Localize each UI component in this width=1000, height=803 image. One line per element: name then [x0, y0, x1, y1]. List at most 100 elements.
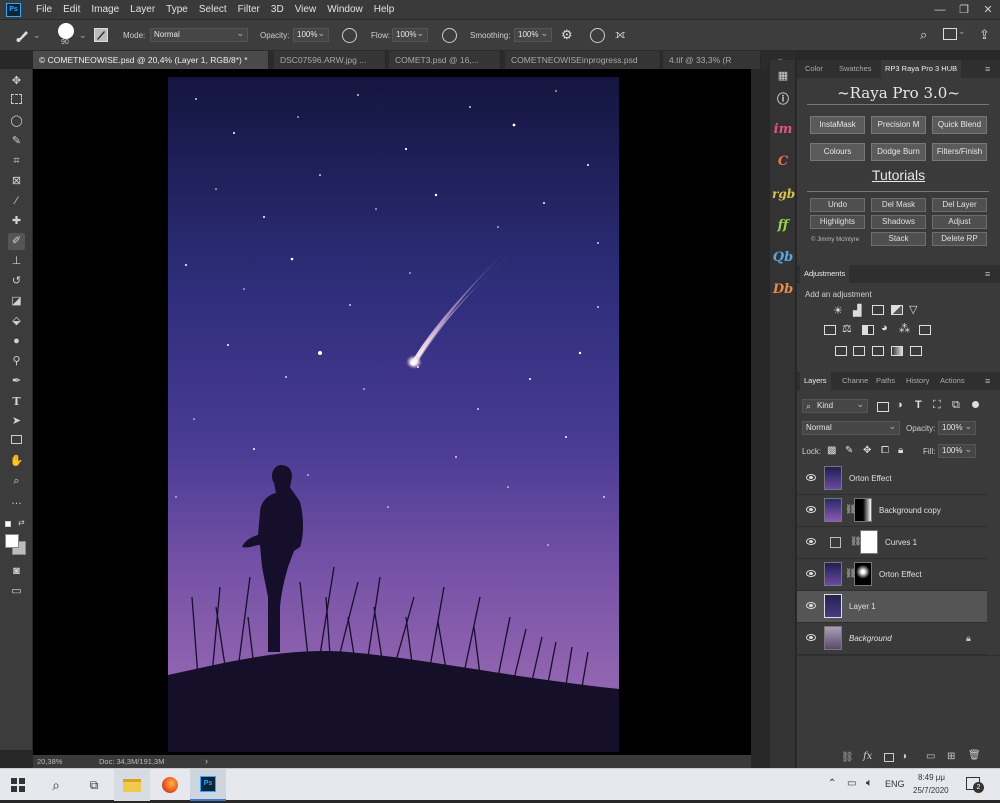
- highlights-button[interactable]: Highlights: [810, 215, 865, 229]
- doc-info[interactable]: Doc: 34,3M/191,3M: [99, 757, 164, 766]
- layer-row[interactable]: Background 🔒︎: [797, 623, 987, 655]
- lock-image-icon[interactable]: ✎: [845, 445, 853, 456]
- exposure-icon[interactable]: [891, 305, 903, 315]
- gradient-map-icon[interactable]: [891, 346, 903, 356]
- tab-layers[interactable]: Layers: [800, 372, 831, 390]
- brush-tool-icon[interactable]: [15, 27, 31, 43]
- airbrush-icon[interactable]: [442, 28, 457, 43]
- instamask-button[interactable]: InstaMask: [810, 116, 865, 134]
- minimize-icon[interactable]: —: [930, 3, 950, 17]
- blur-tool-icon[interactable]: ●: [8, 333, 25, 350]
- pen-tool-icon[interactable]: ✒: [8, 373, 25, 390]
- layer-name[interactable]: Background: [849, 623, 892, 655]
- smoothing-field[interactable]: 100%: [514, 27, 552, 42]
- menu-edit[interactable]: Edit: [63, 0, 80, 20]
- document-image[interactable]: [168, 77, 619, 752]
- visibility-eye-icon[interactable]: [806, 538, 816, 545]
- close-icon[interactable]: ✕: [978, 3, 998, 17]
- mode-select[interactable]: Normal: [150, 27, 248, 42]
- panel-menu-icon[interactable]: ≡: [985, 376, 990, 386]
- layer-row-selected[interactable]: Layer 1: [797, 591, 987, 623]
- db-icon[interactable]: Db: [772, 279, 794, 301]
- del-mask-button[interactable]: Del Mask: [871, 198, 926, 212]
- tab-channels[interactable]: Channe: [838, 372, 872, 390]
- brush-tool-icon[interactable]: ✐: [8, 233, 25, 250]
- filters-finish-button[interactable]: Filters/Finish: [932, 143, 987, 161]
- menu-help[interactable]: Help: [374, 0, 395, 20]
- type-tool-icon[interactable]: T: [8, 393, 25, 410]
- posterize-icon[interactable]: [853, 346, 865, 356]
- tab-actions[interactable]: Actions: [936, 372, 969, 390]
- filter-pixel-icon[interactable]: [877, 402, 889, 412]
- language-indicator[interactable]: ENG: [885, 779, 905, 789]
- filter-smart-object-icon[interactable]: ⧉: [952, 399, 960, 412]
- tool-preset-chevron-icon[interactable]: ⌄: [33, 30, 41, 41]
- task-view-icon[interactable]: ⧉: [76, 769, 112, 801]
- marquee-tool-icon[interactable]: [8, 93, 25, 110]
- dodge-tool-icon[interactable]: ⚲: [8, 353, 25, 370]
- tab-swatches[interactable]: Swatches: [835, 60, 876, 78]
- adjust-button[interactable]: Adjust: [932, 215, 987, 229]
- panel-menu-icon[interactable]: ≡: [985, 269, 990, 279]
- new-group-icon[interactable]: ▭: [926, 751, 935, 762]
- panel-menu-icon[interactable]: ≡: [985, 64, 990, 74]
- search-icon[interactable]: ⌕: [920, 27, 927, 43]
- tab-raya-hub[interactable]: RP3 Raya Pro 3 HUB: [881, 60, 962, 78]
- search-icon[interactable]: ⌕: [38, 769, 74, 801]
- history-brush-tool-icon[interactable]: ↺: [8, 273, 25, 290]
- firefox-icon[interactable]: [152, 769, 188, 801]
- tab-cometneowise-inprogress[interactable]: COMETNEOWISEinprogress.psd: [505, 51, 661, 69]
- visibility-eye-icon[interactable]: [806, 474, 816, 481]
- visibility-eye-icon[interactable]: [806, 602, 816, 609]
- filter-adjustment-icon[interactable]: ◑: [896, 399, 903, 411]
- healing-brush-tool-icon[interactable]: ✚: [8, 213, 25, 230]
- menu-view[interactable]: View: [295, 0, 317, 20]
- tab-history[interactable]: History: [902, 372, 933, 390]
- dodge-burn-button[interactable]: Dodge Burn: [871, 143, 926, 161]
- menu-select[interactable]: Select: [199, 0, 227, 20]
- filter-shape-icon[interactable]: ⛶: [933, 399, 941, 412]
- tab-adjustments[interactable]: Adjustments: [800, 265, 850, 283]
- hand-tool-icon[interactable]: ✋: [8, 453, 25, 470]
- foreground-color-swatch[interactable]: [5, 534, 19, 548]
- symmetry-icon[interactable]: ⟗: [615, 27, 626, 42]
- layer-row[interactable]: Orton Effect: [797, 463, 987, 495]
- layer-name[interactable]: Background copy: [879, 495, 941, 527]
- pressure-opacity-icon[interactable]: [342, 28, 357, 43]
- file-explorer-icon[interactable]: [114, 769, 150, 801]
- fill-field[interactable]: 100%: [938, 443, 976, 458]
- menu-window[interactable]: Window: [327, 0, 363, 20]
- tutorials-link[interactable]: Tutorials: [797, 167, 1000, 183]
- layer-row[interactable]: ⛓ Curves 1: [797, 527, 987, 559]
- paint-bucket-tool-icon[interactable]: ⬙: [8, 313, 25, 330]
- layer-filter-select[interactable]: ⌕ Kind: [802, 398, 868, 413]
- menu-filter[interactable]: Filter: [238, 0, 260, 20]
- tab-paths[interactable]: Paths: [872, 372, 899, 390]
- lock-position-icon[interactable]: ✥: [863, 445, 871, 456]
- fx-icon[interactable]: fx: [863, 751, 872, 762]
- lock-icon[interactable]: 🔒︎: [966, 633, 971, 644]
- curves-icon[interactable]: [872, 305, 884, 315]
- tab-color[interactable]: Color: [801, 60, 827, 78]
- volume-icon[interactable]: 🔈︎: [866, 777, 873, 790]
- workspace-chevron-icon[interactable]: ⌄: [958, 26, 966, 37]
- del-layer-button[interactable]: Del Layer: [932, 198, 987, 212]
- invert-icon[interactable]: [835, 346, 847, 356]
- shadows-button[interactable]: Shadows: [871, 215, 926, 229]
- brush-preview-icon[interactable]: [58, 23, 74, 39]
- zoom-tool-icon[interactable]: ⌕: [8, 473, 25, 490]
- precision-mask-button[interactable]: Precision M: [871, 116, 926, 134]
- new-layer-icon[interactable]: ⊞: [947, 751, 955, 762]
- photoshop-taskbar-icon[interactable]: Ps: [190, 769, 226, 801]
- menu-layer[interactable]: Layer: [130, 0, 155, 20]
- pressure-size-icon[interactable]: [590, 28, 605, 43]
- path-selection-tool-icon[interactable]: ➤: [8, 413, 25, 430]
- swap-colors-icon[interactable]: ⇄: [18, 518, 25, 527]
- lock-artboard-icon[interactable]: ⧠: [881, 445, 889, 456]
- trash-icon[interactable]: 🗑︎: [968, 750, 981, 761]
- photo-filter-icon[interactable]: ◕: [881, 322, 888, 334]
- quick-blend-button[interactable]: Quick Blend: [932, 116, 987, 134]
- layer-name[interactable]: Orton Effect: [849, 463, 892, 495]
- color-balance-icon[interactable]: ⚖: [842, 322, 852, 335]
- default-colors-icon[interactable]: [5, 521, 11, 527]
